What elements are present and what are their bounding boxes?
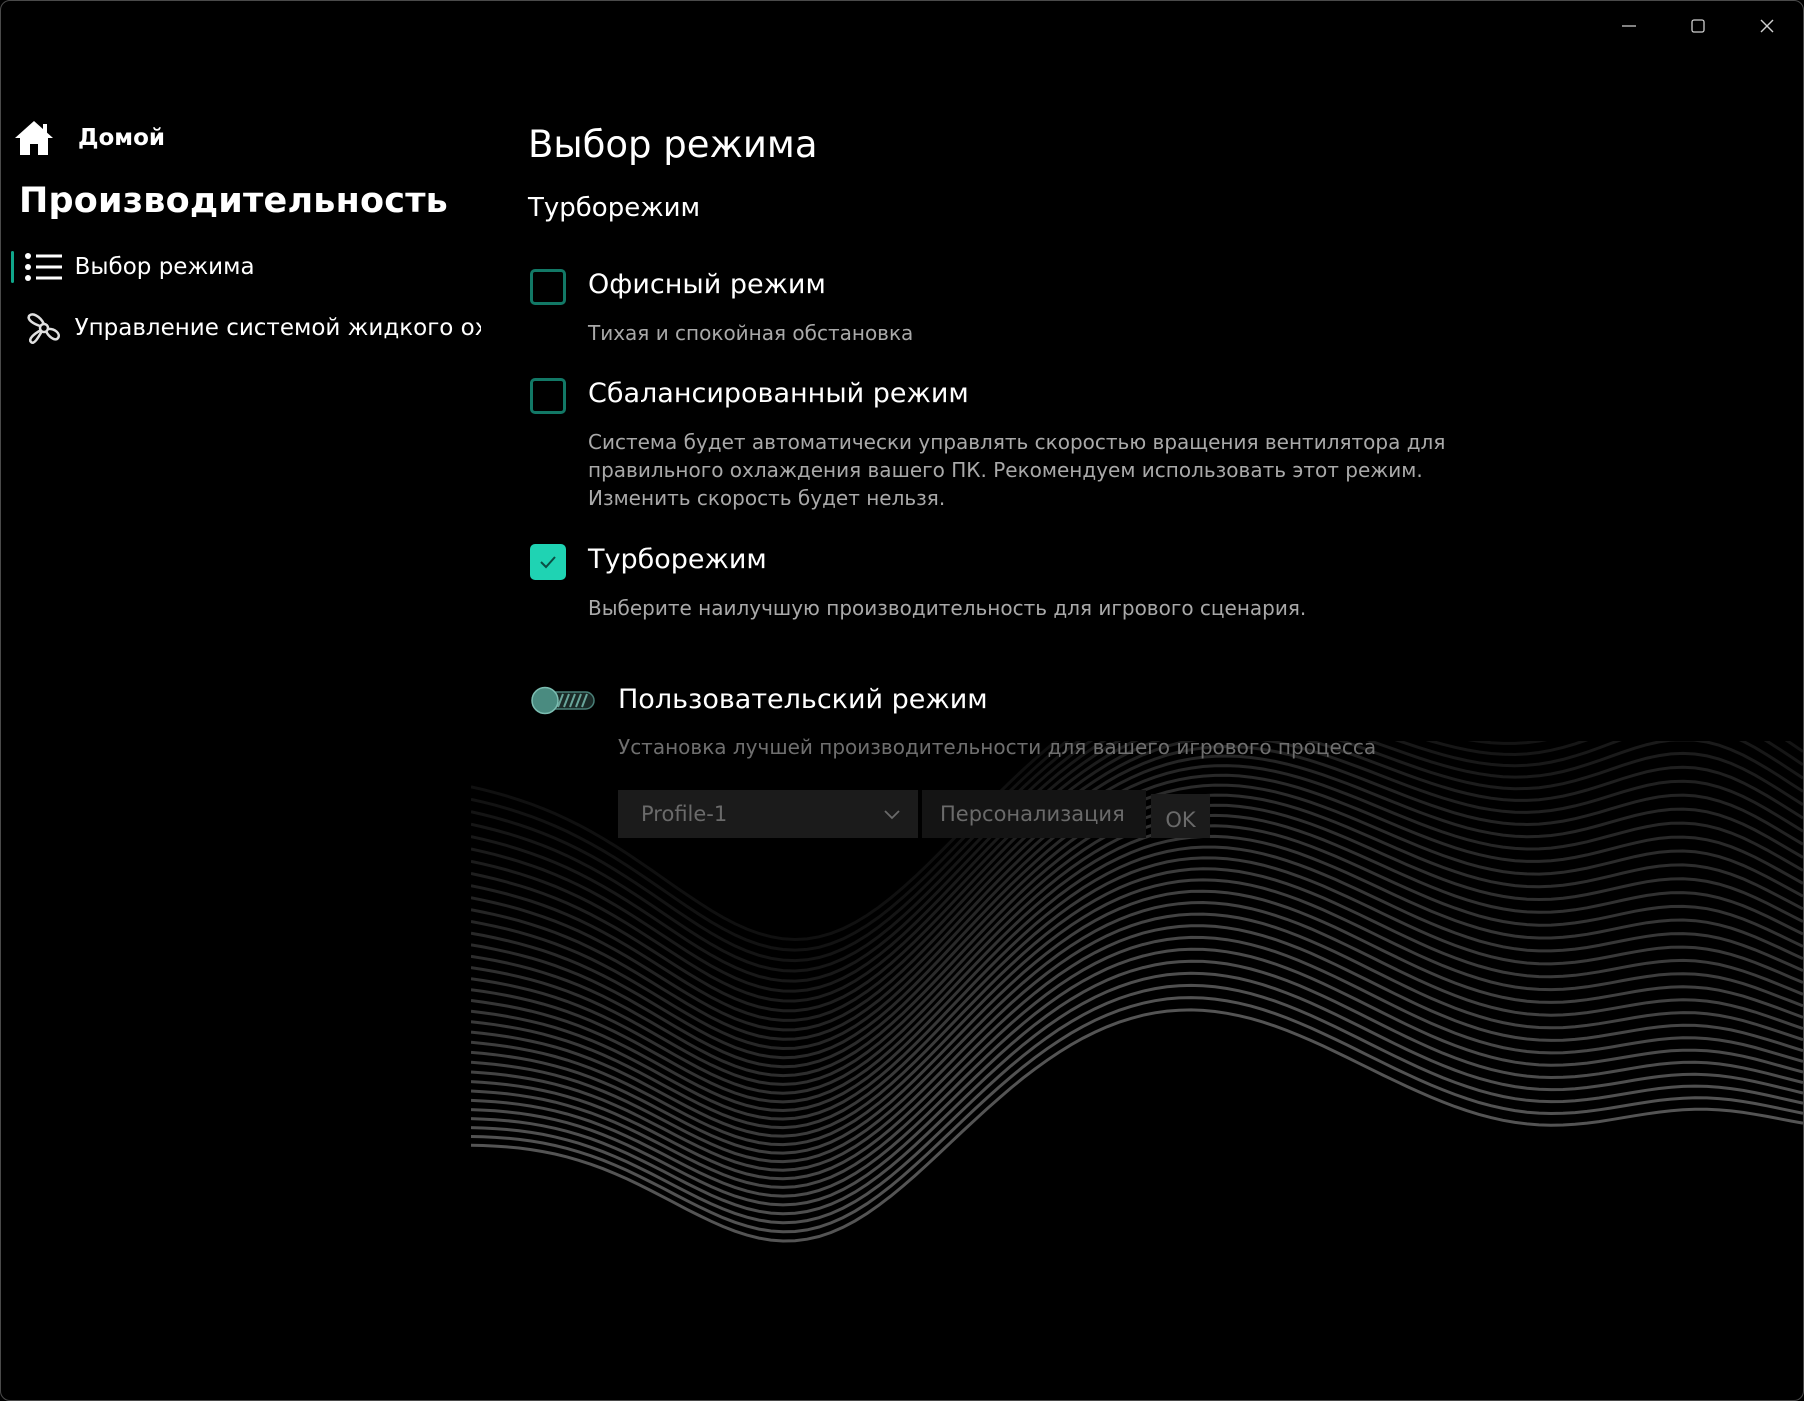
app-window: Домой Производительность Выбор режима Уп… <box>0 0 1804 1401</box>
profile-name-input[interactable] <box>922 790 1146 838</box>
home-button[interactable] <box>13 119 55 157</box>
chevron-down-icon <box>884 810 900 820</box>
ok-button[interactable]: OK <box>1151 794 1210 838</box>
wave-line <box>471 744 1803 1032</box>
custom-mode-description: Установка лучшей производительности для … <box>618 735 1377 759</box>
sidebar-item-label: Управление системой жидкого охлаждения <box>74 315 481 341</box>
minimize-icon <box>1622 25 1636 27</box>
wave-line <box>471 741 1803 993</box>
turbo-mode-checkbox[interactable] <box>530 544 566 580</box>
custom-mode-title: Пользовательский режим <box>618 684 988 715</box>
sidebar-section-title: Производительность <box>19 181 449 221</box>
maximize-icon <box>1691 19 1705 33</box>
wave-line <box>471 983 1803 1225</box>
profile-dropdown[interactable]: Profile-1 <box>618 790 918 838</box>
mode-description: Тихая и спокойная обстановка <box>588 321 914 345</box>
list-icon <box>24 253 62 281</box>
checkmark-icon <box>540 556 556 569</box>
profile-dropdown-value: Profile-1 <box>641 802 728 826</box>
home-icon <box>15 121 53 155</box>
close-button[interactable] <box>1733 1 1801 51</box>
wave-line <box>471 813 1803 1095</box>
sidebar-item-liquid-cooling[interactable]: Управление системой жидкого охлаждения <box>11 301 481 355</box>
balanced-mode-checkbox[interactable] <box>530 378 566 414</box>
mode-description: Система будет автоматически управлять ск… <box>588 430 1446 510</box>
wave-background-image <box>471 741 1803 1243</box>
close-icon <box>1760 19 1774 33</box>
minimize-button[interactable] <box>1595 1 1663 51</box>
mode-title: Офисный режим <box>588 269 826 300</box>
toggle-knob <box>531 686 559 715</box>
mode-title: Турборежим <box>588 544 767 575</box>
fan-icon <box>27 313 60 344</box>
mode-title: Сбалансированный режим <box>588 378 969 409</box>
office-mode-checkbox[interactable] <box>530 269 566 305</box>
selected-indicator <box>11 251 14 283</box>
page-title: Выбор режима <box>528 123 818 166</box>
current-mode-label: Турборежим <box>528 193 701 223</box>
sidebar-item-mode-select[interactable]: Выбор режима <box>11 240 481 294</box>
mode-description: Выберите наилучшую производительность дл… <box>588 596 1307 620</box>
sidebar-item-label: Выбор режима <box>74 254 255 280</box>
custom-mode-toggle[interactable] <box>528 684 598 718</box>
maximize-button[interactable] <box>1664 1 1732 51</box>
home-label[interactable]: Домой <box>78 125 165 151</box>
